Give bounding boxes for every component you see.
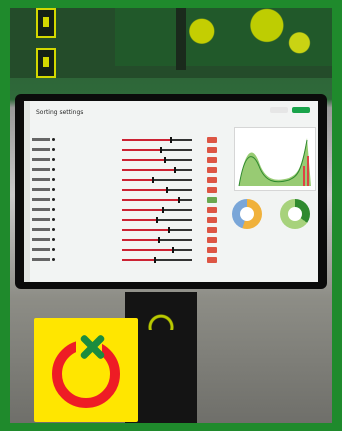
settings-row [32,217,217,223]
logo-x-mark [77,332,107,362]
settings-row [32,167,217,173]
settings-row [32,177,217,183]
settings-row [32,187,217,193]
monitor-screen: Sorting settings [24,101,318,282]
screen-top-button [270,107,288,113]
settings-row [32,237,217,243]
world-map-graphic [115,8,332,66]
screen-title: Sorting settings [36,109,84,116]
settings-row [32,257,217,263]
settings-row [32,147,217,153]
monitor: Sorting settings [15,94,327,289]
donut-chart [232,199,262,229]
histogram-chart [234,127,316,191]
settings-row [32,247,217,253]
wall-panel [36,8,56,38]
settings-row [32,197,217,203]
settings-row [32,137,217,143]
photo: Sorting settings [10,8,332,423]
screen-top-button [292,107,310,113]
wall-panel [36,48,56,78]
settings-row [32,207,217,213]
settings-row [32,157,217,163]
stand-logo-mark [136,302,186,330]
donut-chart [280,199,310,229]
settings-row [32,227,217,233]
screen-side-rail [24,101,30,282]
power-logo [34,318,138,422]
mounting-pole [176,8,186,70]
